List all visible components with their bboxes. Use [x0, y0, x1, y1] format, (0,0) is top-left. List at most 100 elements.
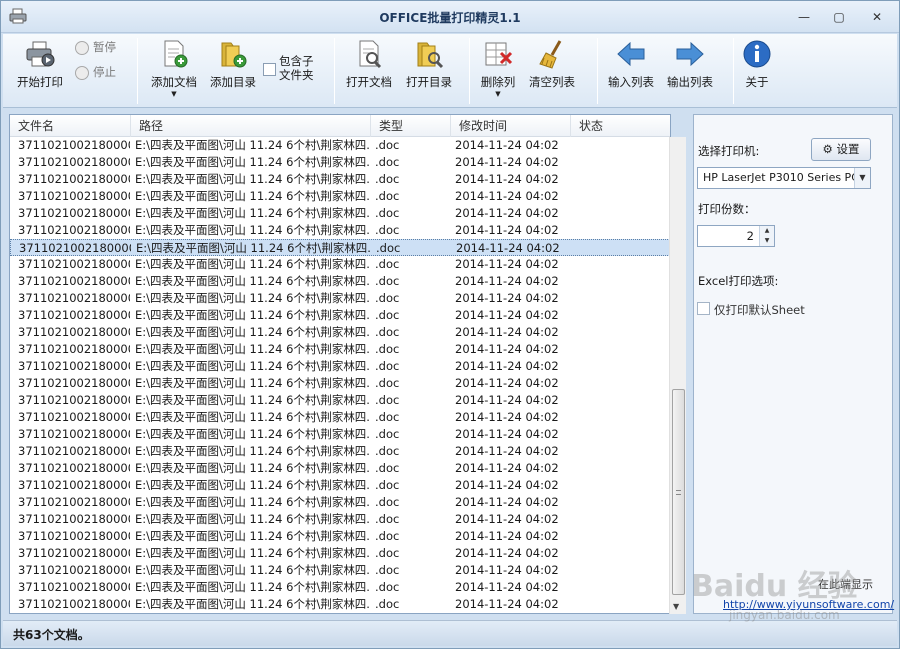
sheet-option-checkbox[interactable]	[697, 302, 710, 315]
row-path: E:\四表及平面图\河山 11.24 6个村\荆家林四...	[136, 241, 372, 255]
stop-icon	[75, 65, 89, 80]
table-row[interactable]: 37110210021800004... E:\四表及平面图\河山 11.24 6…	[10, 205, 670, 222]
row-modified: 2014-11-24 04:02	[455, 461, 559, 475]
table-row[interactable]: 37110210021800006... E:\四表及平面图\河山 11.24 6…	[10, 562, 670, 579]
settings-button[interactable]: ⚙ 设置	[811, 138, 871, 161]
row-path: E:\四表及平面图\河山 11.24 6个村\荆家林四...	[135, 495, 371, 509]
close-button[interactable]: ✕	[867, 9, 887, 25]
row-path: E:\四表及平面图\河山 11.24 6个村\荆家林四...	[135, 546, 371, 560]
scrollbar-thumb[interactable]	[672, 389, 685, 595]
row-path: E:\四表及平面图\河山 11.24 6个村\荆家林四...	[135, 359, 371, 373]
copies-stepper[interactable]: 2 ▲ ▼	[697, 225, 775, 247]
spin-arrows-icon[interactable]: ▲ ▼	[759, 226, 774, 246]
row-type: .doc	[375, 206, 400, 220]
row-path: E:\四表及平面图\河山 11.24 6个村\荆家林四...	[135, 342, 371, 356]
row-path: E:\四表及平面图\河山 11.24 6个村\荆家林四...	[135, 291, 371, 305]
row-path: E:\四表及平面图\河山 11.24 6个村\荆家林四...	[135, 529, 371, 543]
table-row[interactable]: 37110210021800005... E:\四表及平面图\河山 11.24 6…	[10, 375, 670, 392]
toolbar-divider	[597, 38, 598, 104]
column-header-filename[interactable]: 文件名	[10, 115, 131, 137]
row-modified: 2014-11-24 04:02	[455, 478, 559, 492]
maximize-button[interactable]: ▢	[829, 9, 849, 25]
table-row[interactable]: 37110210021800004... E:\四表及平面图\河山 11.24 6…	[10, 273, 670, 290]
table-row[interactable]: 37110210021800005... E:\四表及平面图\河山 11.24 6…	[10, 545, 670, 562]
row-path: E:\四表及平面图\河山 11.24 6个村\荆家林四...	[135, 138, 371, 152]
table-row[interactable]: 37110210021800004... E:\四表及平面图\河山 11.24 6…	[10, 239, 670, 256]
import-list-button[interactable]: 输入列表	[603, 36, 659, 104]
delete-column-button[interactable]: 删除列 ▼	[475, 36, 521, 104]
chevron-down-icon[interactable]: ▼	[475, 90, 521, 98]
table-row[interactable]: 37110210021800006... E:\四表及平面图\河山 11.24 6…	[10, 579, 670, 596]
table-row[interactable]: 37110210021800003... E:\四表及平面图\河山 11.24 6…	[10, 188, 670, 205]
start-print-button[interactable]: 开始打印	[13, 36, 67, 104]
table-row[interactable]: 37110210021800005... E:\四表及平面图\河山 11.24 6…	[10, 426, 670, 443]
row-filename: 37110210021800004...	[18, 257, 130, 271]
row-modified: 2014-11-24 04:02	[455, 342, 559, 356]
column-header-path[interactable]: 路径	[131, 115, 371, 137]
table-row[interactable]: 37110210021800006... E:\四表及平面图\河山 11.24 6…	[10, 613, 670, 614]
table-row[interactable]: 37110210021800005... E:\四表及平面图\河山 11.24 6…	[10, 528, 670, 545]
stop-button[interactable]: 停止	[75, 64, 116, 80]
row-type: .doc	[375, 376, 400, 390]
table-row[interactable]: 37110210021800006... E:\四表及平面图\河山 11.24 6…	[10, 596, 670, 613]
open-document-button[interactable]: 打开文档	[341, 36, 397, 104]
table-row[interactable]: 37110210021800004... E:\四表及平面图\河山 11.24 6…	[10, 290, 670, 307]
table-row[interactable]: 37110210021800003... E:\四表及平面图\河山 11.24 6…	[10, 171, 670, 188]
chevron-down-icon[interactable]: ▼	[854, 168, 870, 188]
open-document-icon	[359, 40, 382, 69]
row-modified: 2014-11-24 04:02	[455, 512, 559, 526]
row-modified: 2014-11-24 04:02	[455, 444, 559, 458]
table-row[interactable]: 37110210021800005... E:\四表及平面图\河山 11.24 6…	[10, 460, 670, 477]
row-filename: 37110210021800005...	[18, 495, 130, 509]
file-list[interactable]: 文件名 路径 类型 修改时间 状态 37110210021800003... E:…	[9, 114, 671, 614]
status-text: 共63个文档。	[13, 628, 90, 642]
vertical-scrollbar[interactable]: ▼	[669, 137, 686, 614]
table-row[interactable]: 37110210021800005... E:\四表及平面图\河山 11.24 6…	[10, 494, 670, 511]
minimize-button[interactable]: —	[794, 9, 814, 25]
table-row[interactable]: 37110210021800004... E:\四表及平面图\河山 11.24 6…	[10, 341, 670, 358]
table-row[interactable]: 37110210021800004... E:\四表及平面图\河山 11.24 6…	[10, 307, 670, 324]
table-row[interactable]: 37110210021800004... E:\四表及平面图\河山 11.24 6…	[10, 324, 670, 341]
about-button[interactable]: 关于	[737, 36, 777, 104]
table-row[interactable]: 37110210021800005... E:\四表及平面图\河山 11.24 6…	[10, 511, 670, 528]
table-row[interactable]: 37110210021800004... E:\四表及平面图\河山 11.24 6…	[10, 358, 670, 375]
row-filename: 37110210021800005...	[18, 529, 130, 543]
scroll-down-icon[interactable]: ▼	[673, 602, 679, 611]
add-document-icon	[164, 40, 188, 68]
baidu-watermark: Baidu 经验	[691, 569, 858, 604]
row-filename: 37110210021800003...	[18, 155, 130, 169]
window-title: OFFICE批量打印精灵1.1	[379, 11, 521, 25]
column-header-type[interactable]: 类型	[371, 115, 451, 137]
clear-list-button[interactable]: 清空列表	[524, 36, 580, 104]
table-row[interactable]: 37110210021800004... E:\四表及平面图\河山 11.24 6…	[10, 256, 670, 273]
chevron-down-icon[interactable]: ▼	[145, 90, 203, 98]
table-row[interactable]: 37110210021800005... E:\四表及平面图\河山 11.24 6…	[10, 392, 670, 409]
row-path: E:\四表及平面图\河山 11.24 6个村\荆家林四...	[135, 257, 371, 271]
table-row[interactable]: 37110210021800005... E:\四表及平面图\河山 11.24 6…	[10, 443, 670, 460]
pause-button[interactable]: 暂停	[75, 39, 116, 55]
table-row[interactable]: 37110210021800005... E:\四表及平面图\河山 11.24 6…	[10, 477, 670, 494]
row-filename: 37110210021800005...	[18, 512, 130, 526]
title-bar[interactable]: OFFICE批量打印精灵1.1 — ▢ ✕	[1, 1, 899, 33]
column-header-modified[interactable]: 修改时间	[451, 115, 571, 137]
table-row[interactable]: 37110210021800003... E:\四表及平面图\河山 11.24 6…	[10, 137, 670, 154]
open-directory-button[interactable]: 打开目录	[401, 36, 457, 104]
export-list-button[interactable]: 输出列表	[662, 36, 718, 104]
add-directory-button[interactable]: 添加目录	[205, 36, 261, 104]
table-row[interactable]: 37110210021800005... E:\四表及平面图\河山 11.24 6…	[10, 409, 670, 426]
row-path: E:\四表及平面图\河山 11.24 6个村\荆家林四...	[135, 274, 371, 288]
row-modified: 2014-11-24 04:02	[455, 410, 559, 424]
add-document-button[interactable]: 添加文档 ▼	[145, 36, 203, 104]
delete-column-label: 删除列	[480, 75, 516, 89]
table-row[interactable]: 37110210021800004... E:\四表及平面图\河山 11.24 6…	[10, 222, 670, 239]
row-path: E:\四表及平面图\河山 11.24 6个村\荆家林四...	[135, 613, 371, 614]
column-header-status[interactable]: 状态	[571, 115, 670, 137]
row-filename: 37110210021800006...	[18, 563, 130, 577]
row-filename: 37110210021800005...	[18, 478, 130, 492]
table-row[interactable]: 37110210021800003... E:\四表及平面图\河山 11.24 6…	[10, 154, 670, 171]
include-subfolder-checkbox[interactable]	[263, 63, 276, 76]
row-type: .doc	[375, 308, 400, 322]
printer-select[interactable]: HP LaserJet P3010 Series PCL ▼	[697, 167, 871, 189]
baidu-watermark-url: jingyan.baidu.com	[729, 608, 840, 622]
row-modified: 2014-11-24 04:02	[455, 325, 559, 339]
